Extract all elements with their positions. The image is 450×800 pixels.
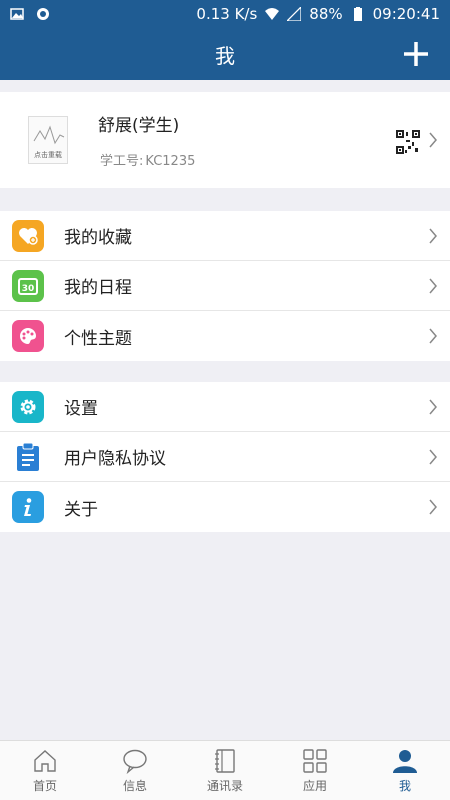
tab-me[interactable]: 我 bbox=[360, 741, 450, 800]
chevron-right-icon bbox=[429, 449, 437, 465]
menu-item-theme[interactable]: 个性主题 bbox=[0, 311, 450, 361]
chevron-right-icon bbox=[429, 278, 437, 294]
profile-card[interactable]: 点击重载 舒展(学生) 学工号: KC1235 bbox=[0, 92, 450, 188]
menu-label: 设置 bbox=[64, 399, 98, 419]
avatar[interactable]: 点击重载 bbox=[28, 116, 68, 164]
chevron-right-icon bbox=[429, 399, 437, 415]
address-book-icon bbox=[215, 748, 235, 773]
tab-label: 我 bbox=[398, 778, 411, 793]
battery-percent: 88% bbox=[309, 5, 343, 23]
app-bar: 我 bbox=[0, 28, 450, 80]
chat-bubble-icon bbox=[123, 749, 147, 774]
status-bar: 0.13 K/s 88% 09:20:41 bbox=[0, 0, 450, 28]
tab-label: 信息 bbox=[122, 778, 147, 793]
avatar-placeholder-icon bbox=[33, 125, 65, 145]
menu-item-privacy[interactable]: 用户隐私协议 bbox=[0, 432, 450, 482]
menu-group-system: 设置 用户隐私协议 关于 bbox=[0, 382, 450, 532]
info-icon bbox=[12, 491, 44, 523]
apps-grid-icon bbox=[303, 748, 327, 773]
profile-id-value: KC1235 bbox=[145, 154, 196, 169]
clipboard-icon bbox=[12, 441, 44, 473]
chevron-right-icon bbox=[429, 132, 437, 148]
wifi-icon bbox=[265, 8, 280, 20]
menu-item-favorites[interactable]: 我的收藏 bbox=[0, 211, 450, 261]
tab-apps[interactable]: 应用 bbox=[270, 741, 360, 800]
person-icon bbox=[393, 749, 417, 773]
menu-group-personal: 我的收藏 30 我的日程 个性主题 bbox=[0, 211, 450, 361]
palette-icon bbox=[12, 320, 44, 352]
add-button[interactable] bbox=[402, 40, 430, 68]
menu-item-schedule[interactable]: 30 我的日程 bbox=[0, 261, 450, 311]
image-notification-icon bbox=[10, 8, 24, 20]
avatar-caption: 点击重载 bbox=[34, 151, 62, 159]
menu-label: 用户隐私协议 bbox=[64, 449, 166, 469]
chevron-right-icon bbox=[429, 328, 437, 344]
gear-icon bbox=[12, 390, 44, 423]
chevron-right-icon bbox=[429, 228, 437, 244]
chevron-right-icon bbox=[429, 499, 437, 515]
calendar-30-icon: 30 bbox=[12, 269, 44, 302]
menu-label: 我的收藏 bbox=[64, 228, 132, 248]
profile-id: 学工号: KC1235 bbox=[98, 150, 195, 169]
record-notification-icon bbox=[37, 8, 49, 20]
signal-icon bbox=[287, 7, 302, 21]
qr-code-icon[interactable] bbox=[396, 130, 420, 154]
tab-messages[interactable]: 信息 bbox=[90, 741, 180, 800]
tab-home[interactable]: 首页 bbox=[0, 741, 90, 800]
network-speed: 0.13 K/s bbox=[196, 5, 258, 23]
profile-name: 舒展(学生) bbox=[98, 116, 180, 136]
tab-label: 通讯录 bbox=[206, 778, 243, 793]
menu-item-about[interactable]: 关于 bbox=[0, 482, 450, 532]
home-icon bbox=[34, 749, 56, 772]
tab-label: 首页 bbox=[32, 778, 57, 793]
svg-text:30: 30 bbox=[22, 284, 35, 294]
tab-contacts[interactable]: 通讯录 bbox=[180, 741, 270, 800]
profile-id-label: 学工号: bbox=[100, 154, 144, 169]
menu-label: 关于 bbox=[64, 499, 98, 520]
tab-label: 应用 bbox=[302, 778, 327, 793]
clock: 09:20:41 bbox=[372, 5, 440, 23]
menu-item-settings[interactable]: 设置 bbox=[0, 382, 450, 432]
menu-label: 个性主题 bbox=[64, 328, 132, 349]
menu-label: 我的日程 bbox=[64, 278, 132, 298]
battery-icon bbox=[353, 7, 362, 21]
bottom-tab-bar: 首页 信息 通讯录 应用 我 bbox=[0, 740, 450, 800]
favorites-heart-icon bbox=[12, 219, 44, 252]
page-title: 我 bbox=[215, 43, 235, 68]
